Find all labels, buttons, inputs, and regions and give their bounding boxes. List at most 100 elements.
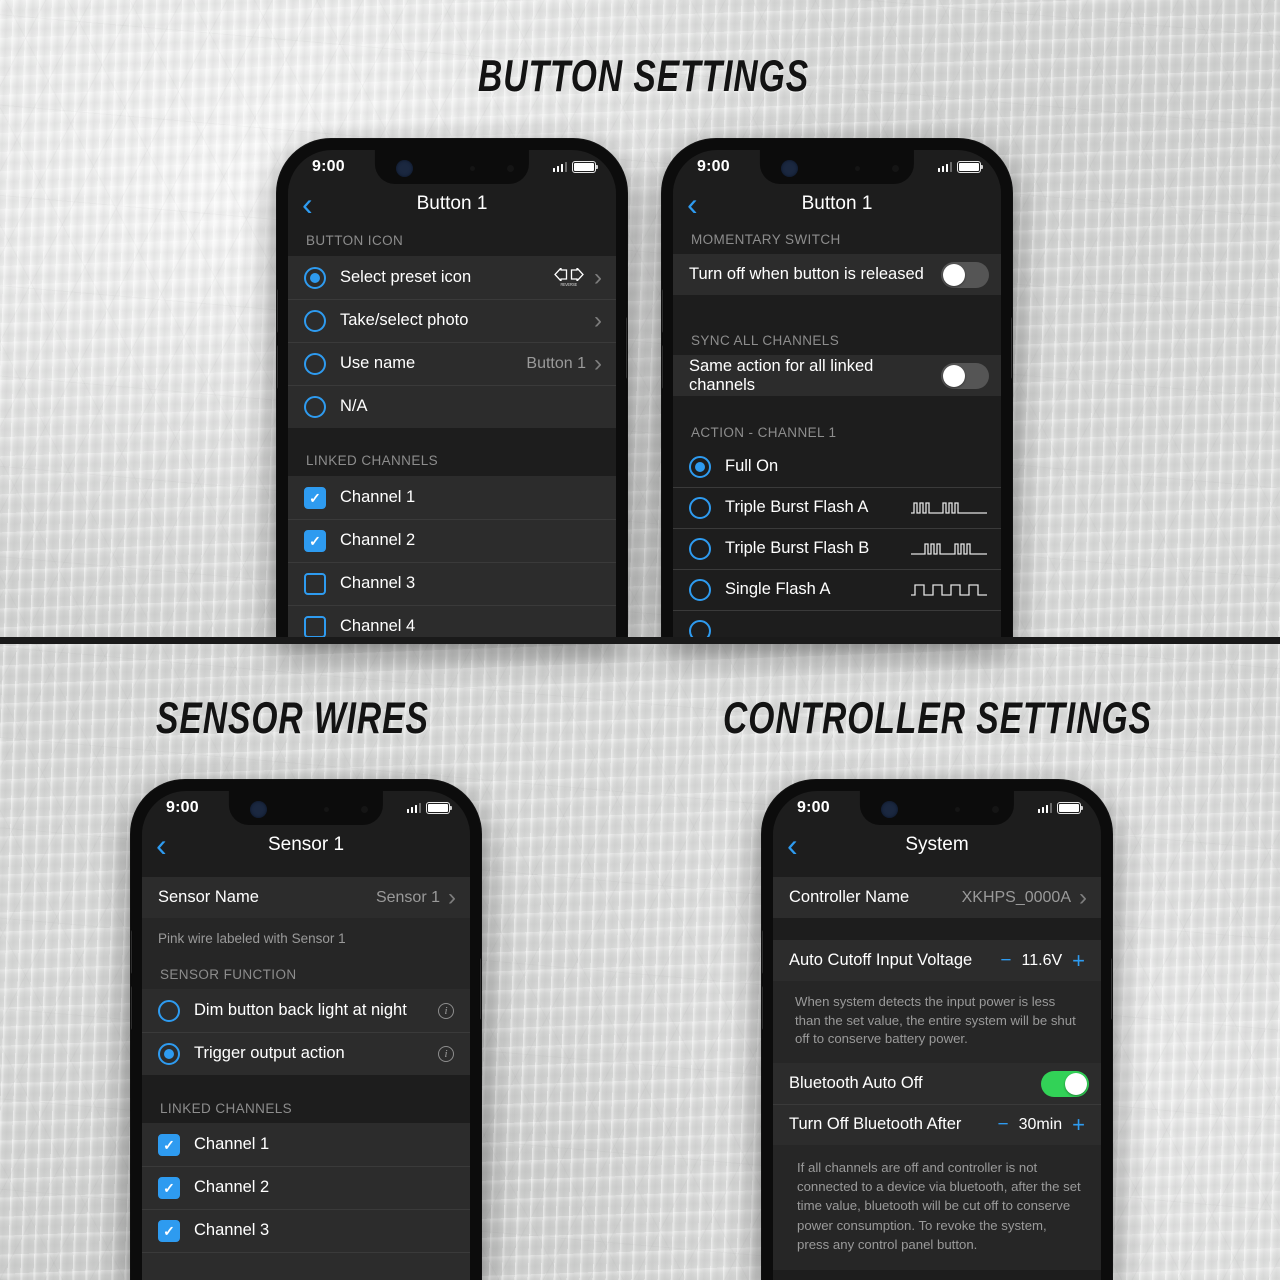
volume-down-button[interactable]	[662, 345, 663, 389]
checkbox-checked[interactable]: ✓	[158, 1133, 180, 1156]
radio-unselected[interactable]	[304, 309, 326, 332]
list-item-channel[interactable]: ✓ Channel 1	[142, 1123, 470, 1166]
back-button[interactable]: ‹	[302, 188, 313, 220]
list-item-channel[interactable]: Channel 4	[288, 605, 616, 639]
volume-down-button[interactable]	[762, 986, 763, 1030]
list-item-channel[interactable]: ✓ Channel 1	[288, 476, 616, 519]
list-item-partial[interactable]	[673, 610, 1001, 639]
radio-unselected[interactable]	[689, 496, 711, 519]
list-item-na[interactable]: N/A	[288, 385, 616, 428]
list-item-turn-off-bluetooth-after[interactable]: Turn Off Bluetooth After − 30min +	[773, 1104, 1101, 1146]
power-button[interactable]	[1011, 317, 1012, 379]
section-gap	[773, 865, 1101, 877]
checkbox-checked[interactable]: ✓	[158, 1176, 180, 1199]
volume-down-button[interactable]	[131, 986, 132, 1030]
power-button[interactable]	[1111, 958, 1112, 1020]
section-gap	[673, 396, 1001, 418]
list-item-partial[interactable]	[142, 1252, 470, 1280]
double-arrow-glyph	[554, 268, 584, 281]
power-button[interactable]	[626, 317, 627, 379]
list-item-single-flash-a[interactable]: Single Flash A	[673, 569, 1001, 610]
back-button[interactable]: ‹	[687, 188, 698, 220]
list-item-momentary-switch[interactable]: Turn off when button is released	[673, 254, 1001, 295]
list-item-full-on[interactable]: Full On	[673, 446, 1001, 487]
power-button[interactable]	[480, 958, 481, 1020]
phone-button-action: 9:00 ‹ Button 1 MOMENTARY SWITCH Turn of…	[662, 139, 1012, 639]
signal-icon	[406, 803, 421, 813]
increment-button[interactable]: +	[1072, 949, 1085, 972]
bluetooth-timer-stepper[interactable]: − 30min +	[997, 1113, 1085, 1136]
row-label: Same action for all linked channels	[689, 356, 874, 394]
back-button[interactable]: ‹	[156, 829, 167, 861]
row-label: Bluetooth Auto Off	[789, 1074, 923, 1093]
checkbox-unchecked[interactable]	[304, 572, 326, 595]
chevron-right-icon: ›	[594, 306, 602, 334]
check-icon: ✓	[163, 1179, 175, 1196]
row-label: Triple Burst Flash A	[725, 498, 869, 516]
list-item-sync-all-channels[interactable]: Same action for all linked channels	[673, 355, 1001, 396]
signal-icon	[937, 162, 952, 172]
checkbox-checked[interactable]: ✓	[304, 529, 326, 552]
section-gap	[142, 865, 470, 877]
volume-up-button[interactable]	[762, 930, 763, 974]
list-item-auto-cutoff-voltage[interactable]: Auto Cutoff Input Voltage − 11.6V +	[773, 940, 1101, 981]
checkbox-checked[interactable]: ✓	[304, 486, 326, 509]
increment-button[interactable]: +	[1072, 1113, 1085, 1136]
list-item-bluetooth-auto-off[interactable]: Bluetooth Auto Off	[773, 1063, 1101, 1105]
list-item-triple-burst-flash-a[interactable]: Triple Burst Flash A	[673, 487, 1001, 528]
info-icon[interactable]: i	[438, 1002, 454, 1019]
list-item-use-name[interactable]: Use name Button 1 ›	[288, 342, 616, 385]
sync-toggle[interactable]	[941, 362, 989, 389]
row-label: Turn off when button is released	[689, 265, 924, 283]
list-item-controller-name[interactable]: Controller Name XKHPS_0000A ›	[773, 877, 1101, 918]
radio-unselected[interactable]	[689, 537, 711, 560]
checkbox-unchecked[interactable]	[304, 615, 326, 638]
list-item-channel[interactable]: ✓ Channel 3	[142, 1209, 470, 1252]
radio-unselected[interactable]	[158, 999, 180, 1022]
section-header-action-channel: ACTION - CHANNEL 1	[673, 418, 1001, 446]
list-item-channel[interactable]: ✓ Channel 2	[142, 1166, 470, 1209]
check-icon: ✓	[163, 1136, 175, 1153]
status-bar: 9:00	[142, 791, 470, 825]
row-label: N/A	[340, 397, 368, 415]
decrement-button[interactable]: −	[997, 1115, 1008, 1134]
row-label: Take/select photo	[340, 311, 469, 329]
bluetooth-auto-off-toggle[interactable]	[1041, 1070, 1089, 1097]
radio-unselected[interactable]	[689, 578, 711, 601]
back-button[interactable]: ‹	[787, 829, 798, 861]
list-item-sensor-name[interactable]: Sensor Name Sensor 1 ›	[142, 877, 470, 918]
page-title: Button 1	[801, 193, 873, 214]
section-header-linked-channels: LINKED CHANNELS	[288, 444, 616, 476]
volume-up-button[interactable]	[277, 289, 278, 333]
list-item-select-preset-icon[interactable]: Select preset icon REVERSE ›	[288, 256, 616, 299]
radio-selected[interactable]	[158, 1042, 180, 1065]
checkbox-checked[interactable]: ✓	[158, 1219, 180, 1242]
volume-up-button[interactable]	[662, 289, 663, 333]
voltage-stepper[interactable]: − 11.6V +	[1000, 949, 1085, 972]
controller-settings-title: CONTROLLER SETTINGS	[723, 693, 1152, 744]
row-label: Channel 2	[340, 531, 416, 549]
list-item-channel[interactable]: ✓ Channel 2	[288, 519, 616, 562]
row-label: Channel 3	[194, 1221, 270, 1239]
radio-selected[interactable]	[304, 266, 326, 289]
info-icon[interactable]: i	[438, 1045, 454, 1062]
voltage-note: When system detects the input power is l…	[773, 981, 1101, 1064]
decrement-button[interactable]: −	[1000, 951, 1011, 970]
row-value: Button 1	[526, 354, 586, 372]
section-header-momentary-switch: MOMENTARY SWITCH	[673, 224, 1001, 254]
single-flash-a-waveform	[911, 583, 987, 596]
list-item-trigger-output-action[interactable]: Trigger output action i	[142, 1032, 470, 1075]
list-item-triple-burst-flash-b[interactable]: Triple Burst Flash B	[673, 528, 1001, 569]
momentary-toggle[interactable]	[941, 261, 989, 288]
battery-icon	[957, 161, 981, 173]
radio-unselected[interactable]	[304, 352, 326, 375]
radio-unselected[interactable]	[304, 395, 326, 418]
volume-down-button[interactable]	[277, 345, 278, 389]
volume-up-button[interactable]	[131, 930, 132, 974]
list-item-dim-backlight[interactable]: Dim button back light at night i	[142, 989, 470, 1032]
radio-selected[interactable]	[689, 455, 711, 478]
list-item-take-select-photo[interactable]: Take/select photo ›	[288, 299, 616, 342]
row-label: Channel 3	[340, 574, 416, 592]
section-gap	[673, 295, 1001, 325]
list-item-channel[interactable]: Channel 3	[288, 562, 616, 605]
